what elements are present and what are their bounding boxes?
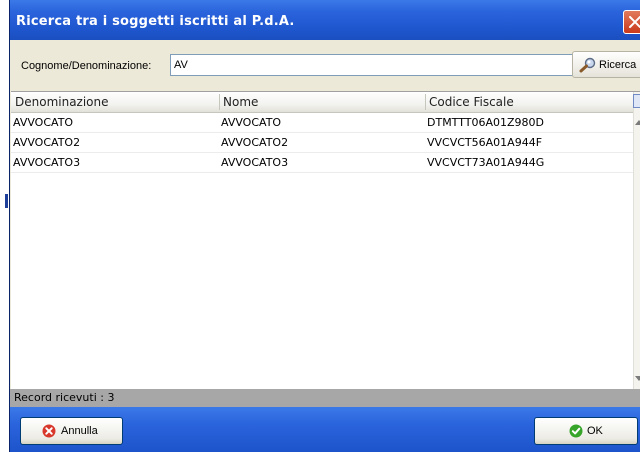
search-bar: Cognome/Denominazione: Ricerca	[10, 40, 640, 91]
scroll-down-arrow-icon[interactable]	[635, 376, 640, 381]
vertical-scrollbar[interactable]	[633, 92, 640, 390]
search-button[interactable]: Ricerca	[572, 51, 640, 78]
ok-button-label: OK	[587, 425, 603, 437]
cell-codice-fiscale: DTMTTT06A01Z980D	[427, 116, 544, 129]
cell-nome: AVVOCATO3	[221, 156, 289, 169]
close-icon	[629, 16, 640, 28]
cancel-icon	[42, 424, 56, 438]
cancel-button[interactable]: Annulla	[20, 417, 123, 445]
close-button[interactable]	[623, 10, 640, 34]
title-bar[interactable]: Ricerca tra i soggetti iscritti al P.d.A…	[10, 0, 640, 40]
table-row[interactable]: AVVOCATO AVVOCATO DTMTTT06A01Z980D	[11, 113, 633, 133]
cell-codice-fiscale: VVCVCT56A01A944F	[427, 136, 543, 149]
record-count-status: Record ricevuti : 3	[14, 391, 115, 404]
search-label: Cognome/Denominazione:	[21, 60, 152, 72]
results-table: Denominazione Nome Codice Fiscale AVVOCA…	[11, 91, 640, 390]
table-header: Denominazione Nome Codice Fiscale	[11, 92, 633, 113]
search-input[interactable]	[170, 54, 590, 76]
cell-denominazione: AVVOCATO3	[13, 156, 81, 169]
cancel-button-label: Annulla	[61, 425, 98, 437]
column-header-denominazione[interactable]: Denominazione	[15, 95, 109, 109]
column-header-codice-fiscale[interactable]: Codice Fiscale	[429, 95, 514, 109]
cell-denominazione: AVVOCATO	[13, 116, 74, 129]
status-bar: Record ricevuti : 3	[10, 389, 640, 407]
desktop-mark	[5, 194, 8, 208]
search-dialog: Ricerca tra i soggetti iscritti al P.d.A…	[9, 0, 640, 452]
button-bar: Annulla OK	[10, 407, 640, 452]
column-separator[interactable]	[425, 94, 426, 110]
scroll-up-arrow-icon[interactable]	[635, 120, 640, 125]
search-button-label: Ricerca	[599, 59, 637, 71]
cell-nome: AVVOCATO	[221, 116, 282, 129]
column-separator[interactable]	[219, 94, 220, 110]
window-title: Ricerca tra i soggetti iscritti al P.d.A…	[16, 14, 295, 29]
column-header-nome[interactable]: Nome	[223, 95, 258, 109]
table-row[interactable]: AVVOCATO3 AVVOCATO3 VVCVCT73A01A944G	[11, 153, 633, 173]
ok-button[interactable]: OK	[534, 417, 638, 445]
cell-nome: AVVOCATO2	[221, 136, 289, 149]
table-row[interactable]: AVVOCATO2 AVVOCATO2 VVCVCT56A01A944F	[11, 133, 633, 153]
cell-codice-fiscale: VVCVCT73A01A944G	[427, 156, 545, 169]
magnifier-icon	[579, 57, 596, 73]
check-icon	[569, 424, 583, 438]
column-chooser-icon[interactable]	[633, 94, 640, 108]
cell-denominazione: AVVOCATO2	[13, 136, 81, 149]
